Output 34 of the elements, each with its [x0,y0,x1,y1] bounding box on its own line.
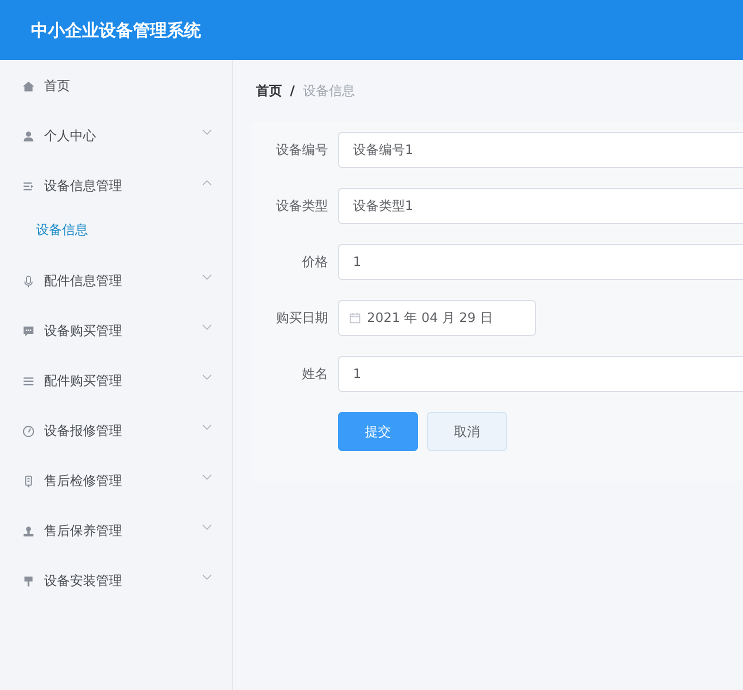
menu-item[interactable]: 配件信息管理 [0,256,232,306]
menu-item[interactable]: 售后保养管理 [0,506,232,556]
app-title: 中小企业设备管理系统 [31,20,201,42]
calendar-icon [349,312,361,324]
user-icon [22,130,35,142]
breadcrumb-item: 设备信息 [302,83,355,100]
date-field[interactable]: 2021 年 04 月 29 日 [338,300,536,336]
field-label: 设备类型 [275,198,328,215]
text-field[interactable]: 设备类型1 [338,188,743,224]
field-label: 设备编号 [275,142,328,159]
list-icon [22,374,35,388]
menu-item[interactable]: 售后检修管理 [0,456,232,506]
menu-item[interactable]: 设备购买管理 [0,306,232,356]
text-field[interactable]: 1 [338,356,743,392]
menu-item[interactable]: 设备信息管理 [0,161,232,211]
breadcrumb-separator: / [290,84,295,98]
submenu-item[interactable]: 设备信息 [36,211,88,251]
menu-item[interactable]: 个人中心 [0,111,232,161]
menu-item[interactable]: 首页 [0,61,232,111]
menu-item[interactable]: 设备安装管理 [0,556,232,606]
field-label: 价格 [301,254,328,271]
menu-item[interactable]: 设备报修管理 [0,406,232,456]
breadcrumb-item[interactable]: 首页 [256,82,282,100]
menu-item[interactable]: 配件购买管理 [0,356,232,406]
cancel-button[interactable]: 取消 [427,412,507,451]
microphone-icon [22,274,35,288]
field-label: 姓名 [301,366,328,383]
field-label: 购买日期 [275,310,328,327]
list-icon [22,180,35,192]
text-field[interactable]: 设备编号1 [338,132,743,168]
chat-icon [22,324,35,338]
home-icon [22,80,35,92]
gauge-icon [22,424,35,438]
text-field[interactable]: 1 [338,244,743,280]
